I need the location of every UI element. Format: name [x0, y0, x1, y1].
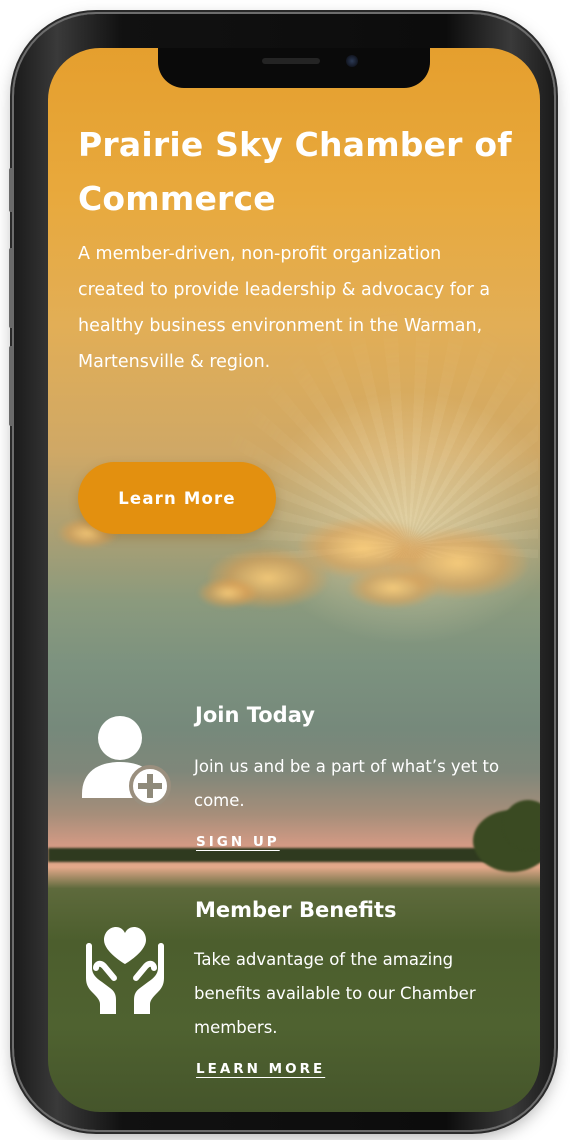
speaker-grille	[262, 58, 320, 64]
member-benefits-heading: Member Benefits	[195, 898, 397, 922]
hero-description: A member-driven, non-profit organization…	[78, 244, 491, 372]
phone-side-button	[9, 346, 14, 426]
join-today-heading: Join Today	[195, 703, 315, 727]
phone-mockup: Prairie Sky Chamber of Commerce A member…	[0, 0, 570, 1140]
phone-side-button	[9, 168, 14, 212]
sign-up-link[interactable]: SIGN UP	[196, 834, 280, 850]
learn-more-button[interactable]: Learn More	[78, 462, 276, 534]
phone-notch	[158, 48, 430, 88]
cloud	[198, 578, 258, 608]
front-camera	[346, 55, 358, 67]
cloud	[348, 568, 438, 608]
treeline	[48, 848, 540, 862]
learn-more-link[interactable]: LEARN MORE	[196, 1061, 325, 1077]
add-user-icon	[82, 716, 171, 806]
phone-side-button	[9, 248, 14, 328]
page-title: Prairie Sky Chamber of Commerce	[78, 125, 512, 218]
heart-hands-icon	[86, 927, 164, 1014]
join-today-description: Join us and be a part of what’s yet to c…	[194, 757, 500, 810]
member-benefits-description: Take advantage of the amazing benefits a…	[194, 950, 476, 1037]
